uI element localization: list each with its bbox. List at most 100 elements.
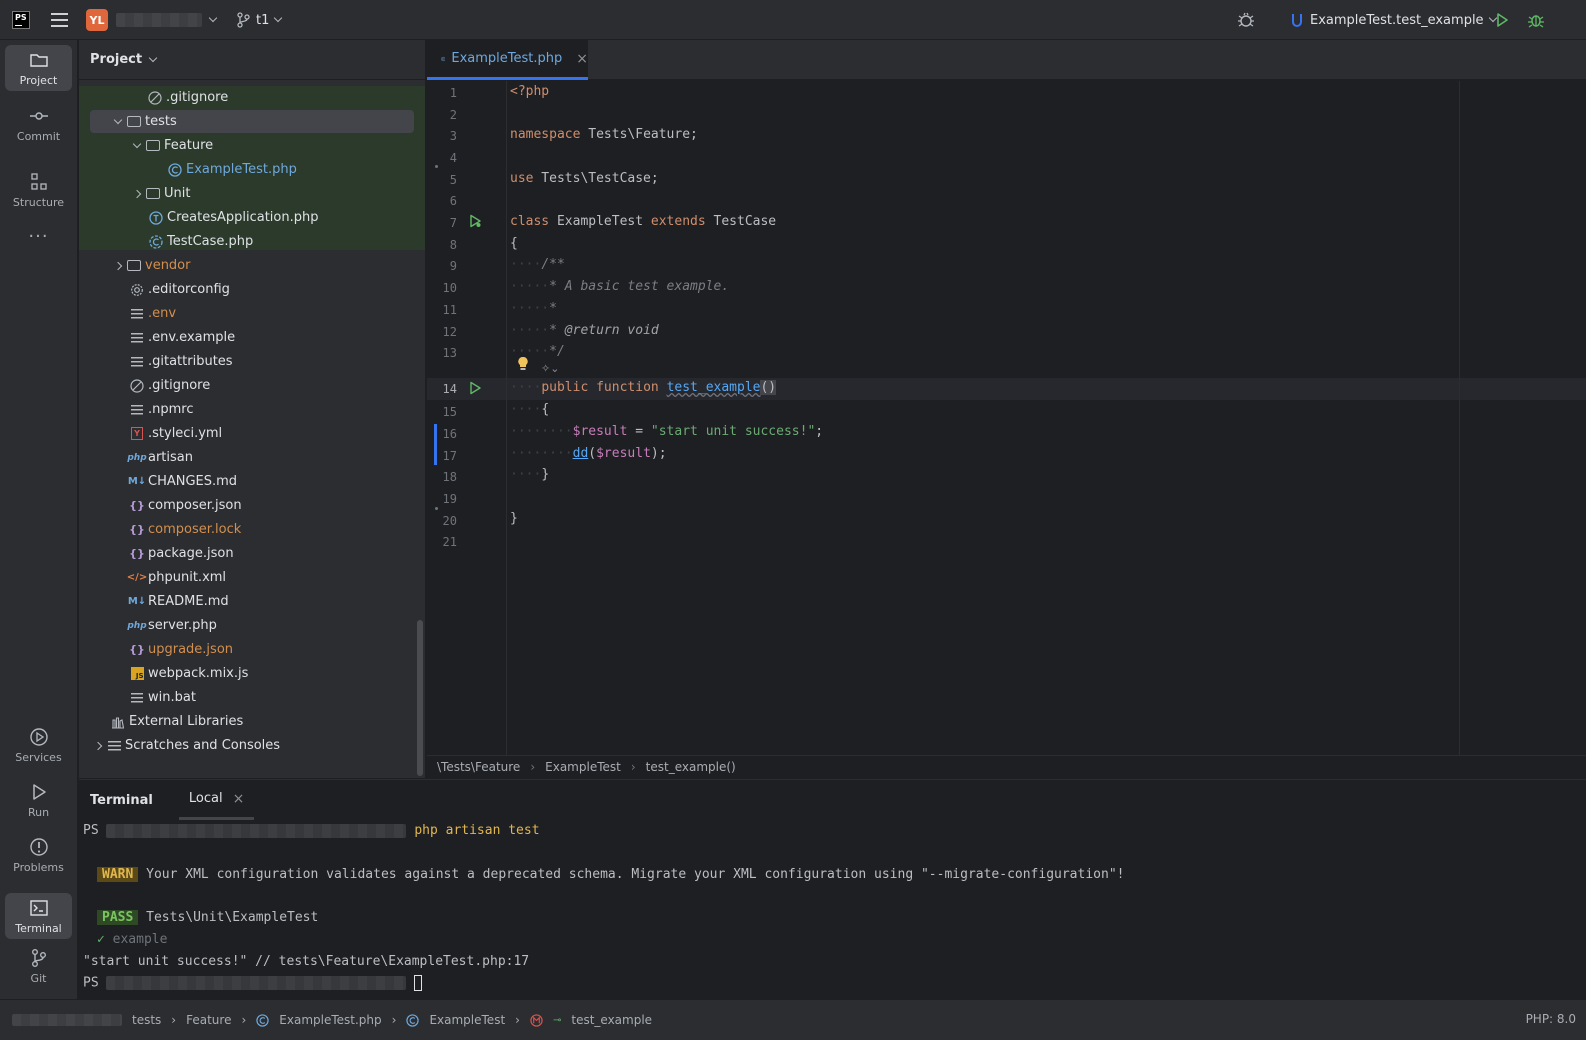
tree-item-changes-md[interactable]: M↓ CHANGES.md [79, 470, 415, 493]
tree-item-testcase[interactable]: TestCase.php [79, 230, 415, 253]
run-configuration-selector[interactable]: ExampleTest.test_example [1290, 0, 1497, 40]
terminal-line-warn: WARN Your XML configuration validates ag… [97, 867, 1124, 882]
phpstorm-logo-icon[interactable]: PS [12, 11, 30, 29]
tree-item-npmrc[interactable]: .npmrc [79, 398, 415, 421]
tree-item-webpack[interactable]: JS webpack.mix.js [79, 662, 415, 685]
line-number: 5 [449, 173, 457, 187]
tree-item-feature[interactable]: Feature [79, 134, 415, 157]
tree-item-unit[interactable]: Unit [79, 182, 415, 205]
terminal-command: php artisan test [414, 823, 540, 838]
tree-item-vendor[interactable]: vendor [79, 254, 415, 277]
tool-label: Structure [12, 195, 65, 209]
tree-item-env[interactable]: .env [79, 302, 415, 325]
lightbulb-icon[interactable] [517, 356, 529, 376]
tree-item-composer-lock[interactable]: {} composer.lock [79, 518, 415, 541]
tool-terminal[interactable]: Terminal [5, 893, 72, 939]
code-editor[interactable]: 1 2 3 4 5 6 7 8 9 10 11 12 13 14 15 16 1… [427, 81, 1586, 755]
editor-tab-exampletest[interactable]: ExampleTest.php × [427, 40, 588, 80]
debug-mode-icon[interactable] [1236, 0, 1256, 40]
tool-run[interactable]: Run [5, 777, 72, 823]
chevron-down-icon[interactable] [110, 115, 126, 124]
phpunit-icon [1292, 14, 1302, 27]
tree-item-scratches[interactable]: Scratches and Consoles [79, 734, 415, 757]
project-avatar[interactable]: YL [86, 9, 108, 31]
method-icon [530, 1013, 543, 1027]
tree-item-editorconfig[interactable]: .editorconfig [79, 278, 415, 301]
chevron-right-icon[interactable] [129, 189, 145, 198]
debug-button[interactable] [1527, 0, 1545, 40]
code-line-20: } [510, 511, 518, 526]
tool-structure[interactable]: Structure [5, 167, 72, 213]
tree-item-env-example[interactable]: .env.example [79, 326, 415, 349]
status-crumb-method[interactable]: test_example [571, 1013, 652, 1027]
tree-item-composer-json[interactable]: {} composer.json [79, 494, 415, 517]
terminal-line-pass: PASS Tests\Unit\ExampleTest [97, 910, 318, 925]
status-crumb-file[interactable]: ExampleTest.php [279, 1013, 381, 1027]
breadcrumb-namespace[interactable]: \Tests\Feature [437, 760, 520, 774]
close-icon[interactable]: × [576, 51, 588, 67]
tree-item-styleci[interactable]: Y .styleci.yml [79, 422, 415, 445]
code-token: use [510, 171, 534, 186]
path-blurred [106, 823, 407, 838]
tree-item-external-libraries[interactable]: External Libraries [79, 710, 415, 733]
line-number: 9 [449, 259, 457, 273]
run-configuration-name: ExampleTest.test_example [1310, 12, 1484, 28]
tool-commit[interactable]: Commit [5, 101, 72, 147]
folder-icon [145, 138, 161, 154]
chevron-right-icon[interactable] [90, 741, 106, 750]
tool-git[interactable]: Git [5, 943, 72, 989]
tree-item-createsapplication[interactable]: CreatesApplication.php [79, 206, 415, 229]
tree-item-artisan[interactable]: php artisan [79, 446, 415, 469]
breadcrumb-class[interactable]: ExampleTest [545, 760, 621, 774]
run-test-class-gutter-icon[interactable] [468, 214, 482, 232]
project-panel-header[interactable]: Project [79, 40, 425, 80]
tool-problems[interactable]: Problems [5, 832, 72, 878]
chevron-down-icon[interactable] [129, 139, 145, 148]
close-icon[interactable]: × [233, 791, 245, 807]
fold-marker[interactable] [435, 165, 438, 168]
tree-item-readme[interactable]: M↓ README.md [79, 590, 415, 613]
tool-services[interactable]: Services [5, 722, 72, 768]
code-token: <?php [510, 84, 550, 99]
run-test-method-gutter-icon[interactable] [468, 381, 482, 399]
tool-project[interactable]: Project [5, 45, 72, 91]
php-class-icon [256, 1013, 269, 1027]
php-version-indicator[interactable]: PHP: 8.0 [1526, 1012, 1576, 1026]
tree-item-gitignore[interactable]: .gitignore [79, 374, 415, 397]
line-number: 3 [449, 129, 457, 143]
tree-item-upgrade-json[interactable]: {} upgrade.json [79, 638, 415, 661]
folder-icon [126, 114, 142, 130]
tree-item-label: phpunit.xml [148, 570, 227, 585]
chevron-right-icon[interactable] [110, 261, 126, 270]
tree-item-gitattributes[interactable]: .gitattributes [79, 350, 415, 373]
ai-actions-icon[interactable]: ✧⌄ [541, 362, 559, 375]
bug-icon [1528, 15, 1544, 28]
main-menu-icon[interactable] [48, 0, 70, 40]
vcs-change-marker[interactable] [434, 424, 437, 465]
code-token: } [541, 467, 550, 482]
fold-marker[interactable] [435, 507, 438, 510]
status-crumb-tests[interactable]: tests [132, 1013, 161, 1027]
run-button[interactable] [1494, 0, 1510, 40]
tree-item-phpunit-xml[interactable]: </> phpunit.xml [79, 566, 415, 589]
tree-item-package-json[interactable]: {} package.json [79, 542, 415, 565]
tree-item-server-php[interactable]: php server.php [79, 614, 415, 637]
tree-item-gitignore-tests[interactable]: .gitignore [79, 86, 415, 109]
line-number: 13 [442, 346, 457, 360]
tree-item-exampletest[interactable]: ExampleTest.php [79, 158, 415, 181]
terminal-tab-local[interactable]: Local × [178, 780, 255, 820]
pass-badge: PASS [97, 910, 139, 925]
more-tools-icon[interactable]: ··· [5, 216, 72, 256]
tree-item-win-bat[interactable]: win.bat [79, 686, 415, 709]
code-line-8: { [510, 236, 518, 251]
breadcrumb-method[interactable]: test_example() [646, 760, 736, 774]
project-scrollbar[interactable] [417, 620, 423, 776]
text-file-icon [129, 330, 145, 346]
project-selector[interactable] [116, 0, 218, 40]
code-line-12: ·····* @return void [510, 323, 659, 338]
status-crumb-feature[interactable]: Feature [186, 1013, 231, 1027]
tree-item-tests[interactable]: tests [90, 110, 414, 133]
status-crumb-class[interactable]: ExampleTest [429, 1013, 505, 1027]
branch-selector[interactable]: t1 [236, 0, 283, 40]
json-icon: {} [129, 643, 145, 656]
